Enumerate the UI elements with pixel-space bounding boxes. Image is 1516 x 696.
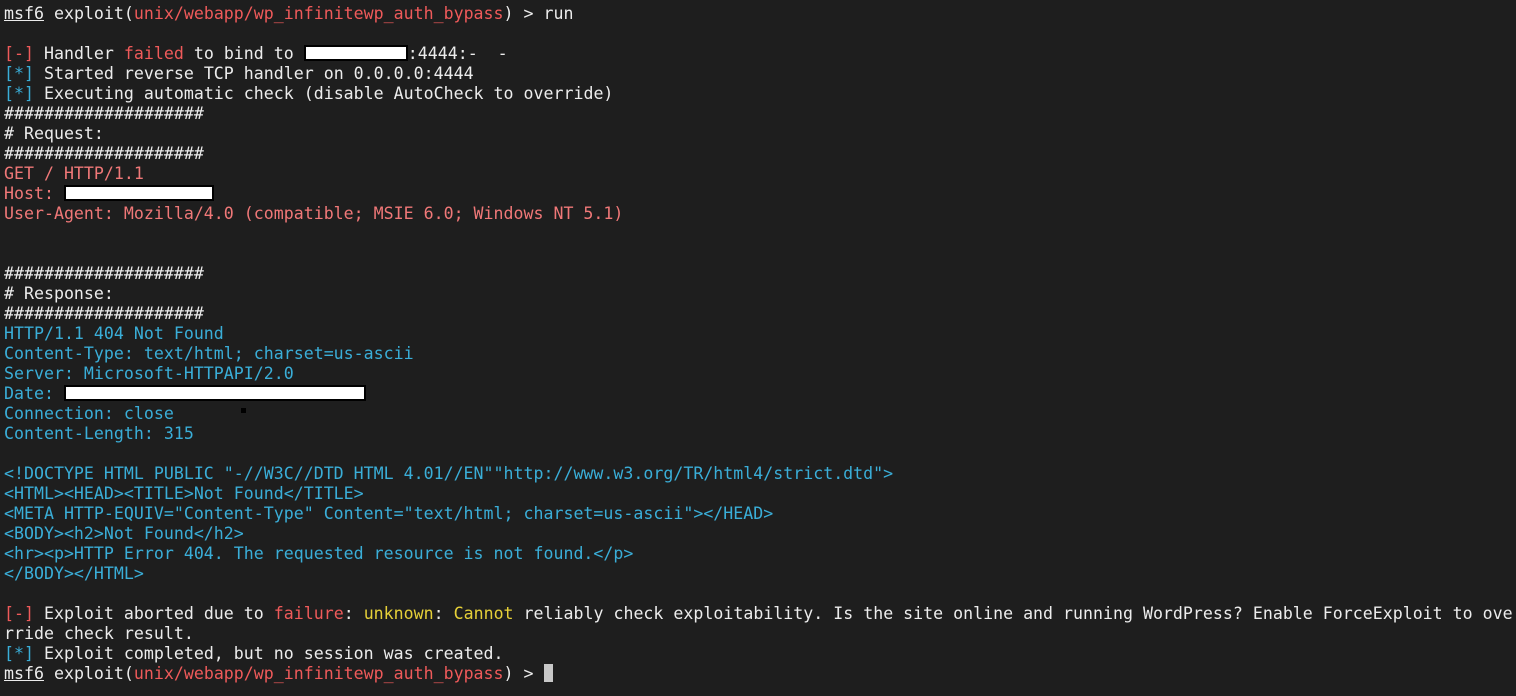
separator-line: #################### xyxy=(4,104,204,123)
date-label: Date: xyxy=(4,384,64,403)
request-host-line: Host: xyxy=(4,184,1516,204)
module-path: unix/webapp/wp_infinitewp_auth_bypass xyxy=(133,664,504,683)
started-handler-line: [*] Started reverse TCP handler on 0.0.0… xyxy=(4,64,1516,84)
html-body-line: <META HTTP-EQUIV="Content-Type" Content=… xyxy=(4,504,774,523)
output-text: Exploit completed, but no session was cr… xyxy=(33,644,504,663)
failure-word: failure xyxy=(273,604,344,623)
executing-check-line: [*] Executing automatic check (disable A… xyxy=(4,84,1516,104)
response-content-length-line: Content-Length: 315 xyxy=(4,424,194,443)
html-body-line: </BODY></HTML> xyxy=(4,564,144,583)
redacted-host-block xyxy=(63,185,214,201)
terminal-cursor[interactable] xyxy=(543,664,553,682)
output-text: to bind to xyxy=(183,44,304,63)
failed-word: failed xyxy=(123,44,184,63)
prompt-suffix: ) > xyxy=(503,4,544,23)
output-text: Started reverse TCP handler on 0.0.0.0:4… xyxy=(33,64,474,83)
output-text: :4444:- - xyxy=(407,44,508,63)
info-marker: [*] xyxy=(4,84,34,103)
exploit-word: exploit( xyxy=(43,664,134,683)
html-body-line: <!DOCTYPE HTML PUBLIC "-//W3C//DTD HTML … xyxy=(4,464,894,483)
module-path: unix/webapp/wp_infinitewp_auth_bypass xyxy=(133,4,504,23)
exploit-completed-line: [*] Exploit completed, but no session wa… xyxy=(4,644,1516,664)
exploit-word: exploit( xyxy=(43,4,134,23)
prompt-line: msf6 exploit(unix/webapp/wp_infinitewp_a… xyxy=(4,4,1516,24)
response-connection-line: Connection: close xyxy=(4,404,174,423)
unknown-word: unknown xyxy=(363,604,434,623)
html-body-line: <hr><p>HTTP Error 404. The requested res… xyxy=(4,544,634,563)
output-text: : xyxy=(343,604,364,623)
host-label: Host: xyxy=(4,184,64,203)
error-marker: [-] xyxy=(4,44,34,63)
output-text: : xyxy=(433,604,454,623)
separator-line: #################### xyxy=(4,264,204,283)
html-body-line: <HTML><HEAD><TITLE>Not Found</TITLE> xyxy=(4,484,364,503)
redacted-date-block xyxy=(63,385,366,401)
info-marker: [*] xyxy=(4,644,34,663)
exploit-aborted-wrap-line: rride check result. xyxy=(4,624,194,643)
final-prompt-line[interactable]: msf6 exploit(unix/webapp/wp_infinitewp_a… xyxy=(4,664,1516,684)
output-text: reliably check exploitability. Is the si… xyxy=(513,604,1513,623)
request-get-line: GET / HTTP/1.1 xyxy=(4,164,144,183)
exploit-aborted-line: [-] Exploit aborted due to failure: unkn… xyxy=(4,604,1516,624)
handler-fail-line: [-] Handler failed to bind to :4444:- - xyxy=(4,44,1516,64)
response-content-type-line: Content-Type: text/html; charset=us-asci… xyxy=(4,344,414,363)
output-text: Executing automatic check (disable AutoC… xyxy=(33,84,614,103)
msf-prompt: msf6 xyxy=(4,664,44,683)
terminal-window[interactable]: msf6 exploit(unix/webapp/wp_infinitewp_a… xyxy=(0,0,1516,696)
info-marker: [*] xyxy=(4,64,34,83)
response-date-line: Date: xyxy=(4,384,1516,404)
prompt-suffix: ) > xyxy=(503,664,544,683)
separator-line: #################### xyxy=(4,144,204,163)
separator-line: #################### xyxy=(4,304,204,323)
response-server-line: Server: Microsoft-HTTPAPI/2.0 xyxy=(4,364,294,383)
response-header: # Response: xyxy=(4,284,114,303)
html-body-line: <BODY><h2>Not Found</h2> xyxy=(4,524,244,543)
request-header: # Request: xyxy=(4,124,104,143)
command-text: run xyxy=(543,4,574,23)
output-text: Handler xyxy=(33,44,124,63)
output-text: Exploit aborted due to xyxy=(33,604,274,623)
msf-prompt: msf6 xyxy=(4,4,44,23)
error-marker: [-] xyxy=(4,604,34,623)
redacted-ip-block xyxy=(303,45,408,61)
response-status-line: HTTP/1.1 404 Not Found xyxy=(4,324,224,343)
cannot-word: Cannot xyxy=(453,604,514,623)
stray-pixel-mark xyxy=(241,408,246,413)
request-user-agent-line: User-Agent: Mozilla/4.0 (compatible; MSI… xyxy=(4,204,624,223)
